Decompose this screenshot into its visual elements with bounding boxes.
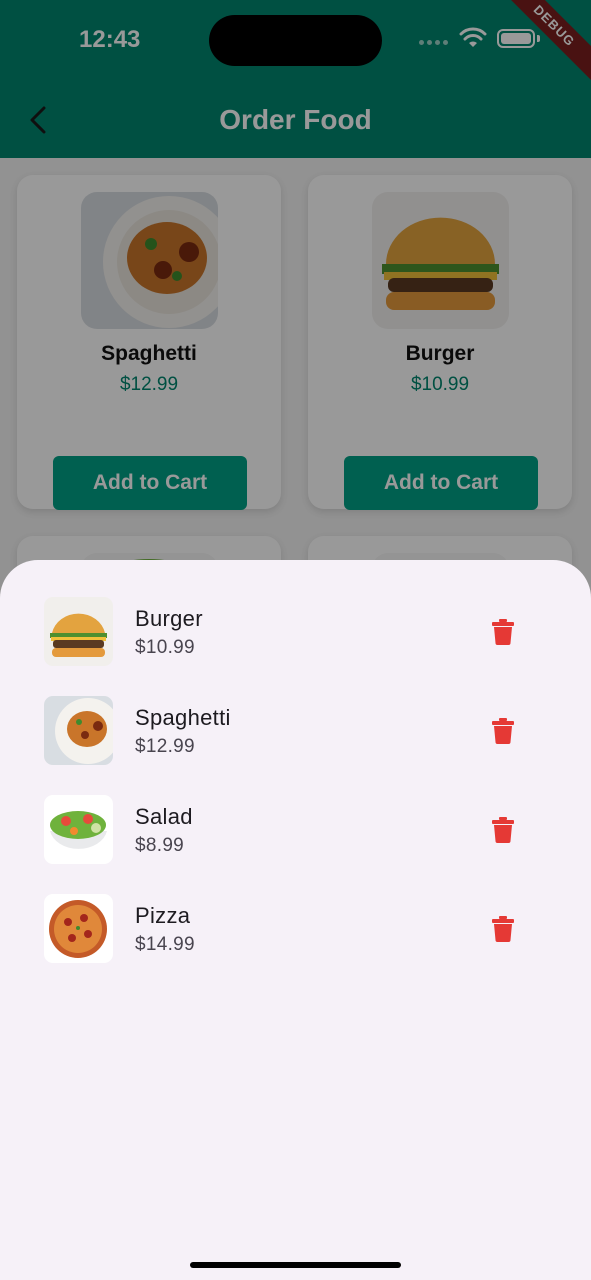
delete-icon[interactable]	[492, 916, 514, 942]
cart-item-name: Pizza	[135, 903, 191, 928]
cart-item: Spaghetti $12.99	[0, 696, 591, 766]
cart-item-name: Salad	[135, 804, 193, 829]
cart-item-price: $8.99	[135, 835, 185, 856]
burger-image	[44, 597, 113, 666]
spaghetti-image	[44, 696, 113, 765]
cart-item-name: Burger	[135, 606, 203, 631]
salad-image	[44, 795, 113, 864]
cart-item-price: $10.99	[135, 637, 195, 658]
home-indicator[interactable]	[190, 1262, 401, 1268]
delete-icon[interactable]	[492, 619, 514, 645]
cart-item-name: Spaghetti	[135, 705, 231, 730]
cart-item: Salad $8.99	[0, 795, 591, 865]
cart-item: Burger $10.99	[0, 597, 591, 667]
cart-item-price: $14.99	[135, 934, 195, 955]
cart-item-price: $12.99	[135, 736, 195, 757]
delete-icon[interactable]	[492, 718, 514, 744]
pizza-image	[44, 894, 113, 963]
cart-bottom-sheet: Burger $10.99 Spaghetti $12.99 Salad $8.…	[0, 560, 591, 1280]
cart-item: Pizza $14.99	[0, 894, 591, 964]
delete-icon[interactable]	[492, 817, 514, 843]
